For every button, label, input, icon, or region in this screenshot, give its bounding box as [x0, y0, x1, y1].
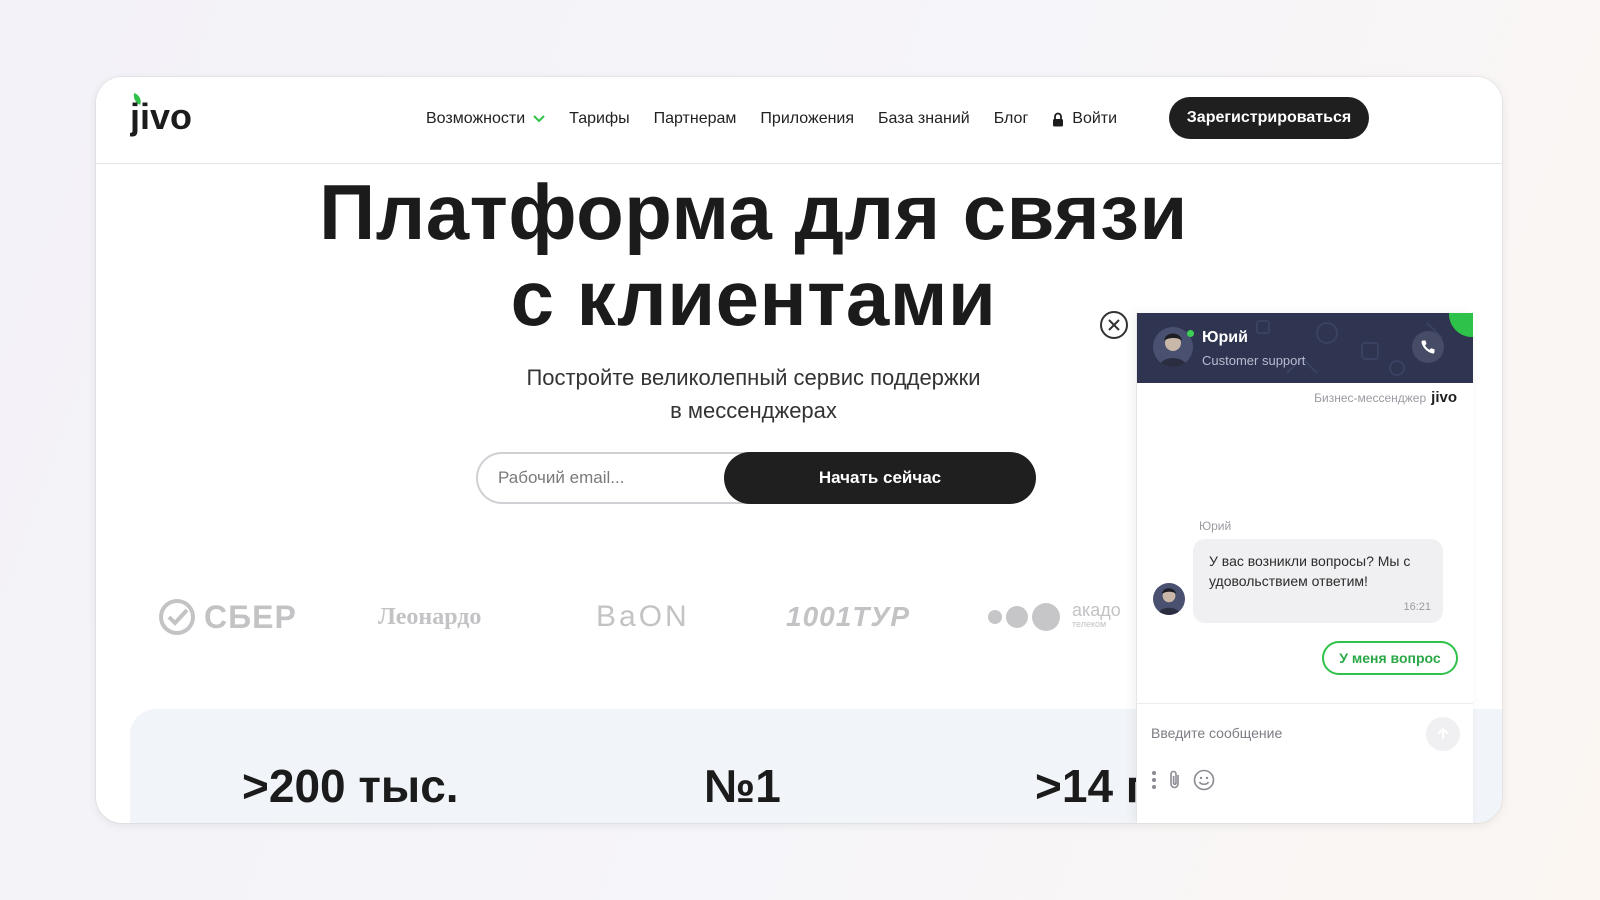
- nav-item-pricing[interactable]: Тарифы: [569, 110, 629, 128]
- chat-widget: Юрий Customer support Бизнес-мессенджер …: [1136, 313, 1473, 823]
- message-author: Юрий: [1199, 519, 1232, 533]
- lock-icon: [1053, 112, 1064, 126]
- nav-item-blog[interactable]: Блог: [994, 110, 1029, 128]
- chat-tools: [1151, 769, 1225, 791]
- hero-title-line1: Платформа для связи: [319, 168, 1188, 256]
- nav-item-label: Тарифы: [569, 110, 630, 127]
- stat-value: >200 тыс.: [242, 760, 459, 812]
- jivo-logo[interactable]: jivo: [129, 91, 200, 141]
- attach-button[interactable]: [1167, 769, 1183, 791]
- chat-header: Юрий Customer support: [1137, 313, 1473, 383]
- close-icon: [1108, 319, 1120, 331]
- nav-item-knowledge-base[interactable]: База знаний: [878, 110, 970, 128]
- chevron-down-icon: [533, 115, 545, 123]
- send-button[interactable]: [1426, 717, 1460, 751]
- paperclip-icon: [1170, 770, 1179, 789]
- online-status-dot: [1187, 330, 1194, 337]
- call-button[interactable]: [1412, 331, 1444, 363]
- emoji-icon: [1193, 769, 1215, 791]
- message-input[interactable]: [1151, 718, 1411, 748]
- agent-name: Юрий: [1202, 329, 1248, 346]
- nav-item-label: Партнерам: [653, 110, 737, 127]
- nav-item-label: Возможности: [426, 110, 526, 127]
- client-logo-leonardo: Леонардо: [378, 587, 481, 647]
- brand-caption: Бизнес-мессенджер jivo: [1314, 389, 1457, 406]
- phone-icon: [1421, 340, 1435, 354]
- send-arrow-icon: [1437, 727, 1449, 739]
- quick-reply-button[interactable]: У меня вопрос: [1322, 641, 1458, 675]
- emoji-button[interactable]: [1193, 769, 1215, 791]
- browser-window: jivo Возможности Тарифы Партнерам Прилож…: [96, 77, 1502, 823]
- message-bubble: У вас возникли вопросы? Мы с удовольстви…: [1193, 539, 1443, 623]
- jivo-mini-logo: jivo: [1431, 389, 1457, 406]
- more-vertical-icon: [1152, 771, 1156, 789]
- client-logos: СБЕР Леонардо BaON 1001ТУР акадо телеком: [96, 587, 1176, 647]
- nav-item-partners[interactable]: Партнерам: [654, 110, 737, 128]
- brand-caption-text: Бизнес-мессенджер: [1314, 390, 1427, 405]
- svg-text:jivo: jivo: [130, 96, 192, 137]
- stat-value: >14 г: [1035, 760, 1145, 812]
- client-name: Леонардо: [378, 603, 482, 630]
- nav-item-apps[interactable]: Приложения: [760, 110, 854, 128]
- nav-item-label: Блог: [993, 110, 1029, 127]
- main-nav: Возможности Тарифы Партнерам Приложения …: [426, 77, 1141, 161]
- client-subname: телеком: [1072, 619, 1107, 629]
- nav-item-label: Приложения: [760, 110, 855, 127]
- client-name: 1001ТУР: [786, 601, 911, 632]
- stat-value: №1: [704, 760, 781, 812]
- login-link[interactable]: Войти: [1052, 110, 1117, 128]
- client-name: акадо: [1072, 600, 1121, 620]
- site-header: jivo Возможности Тарифы Партнерам Прилож…: [96, 77, 1502, 164]
- nav-item-features[interactable]: Возможности: [426, 110, 545, 128]
- client-logo-1001tur: 1001ТУР: [786, 587, 910, 647]
- avatar: [1153, 583, 1185, 615]
- client-name: BaON: [596, 600, 690, 633]
- client-logo-baon: BaON: [596, 587, 690, 647]
- nav-item-label: База знаний: [878, 110, 970, 127]
- client-name: СБЕР: [204, 598, 297, 635]
- akado-dots-icon: [988, 603, 1064, 631]
- message-time: 16:21: [1403, 601, 1431, 613]
- more-options-button[interactable]: [1151, 770, 1157, 790]
- signup-button[interactable]: Зарегистрироваться: [1169, 97, 1369, 139]
- sber-check-icon: [159, 599, 195, 635]
- message-text: У вас возникли вопросы? Мы с удовольстви…: [1209, 553, 1411, 589]
- email-field[interactable]: [498, 454, 748, 502]
- login-label: Войти: [1072, 110, 1118, 127]
- client-logo-sber: СБЕР: [158, 587, 297, 647]
- start-now-button[interactable]: Начать сейчас: [724, 452, 1036, 504]
- close-chat-button[interactable]: [1100, 311, 1128, 339]
- agent-role: Customer support: [1202, 353, 1306, 368]
- divider: [1137, 703, 1473, 704]
- client-logo-akado: акадо телеком: [988, 587, 1121, 647]
